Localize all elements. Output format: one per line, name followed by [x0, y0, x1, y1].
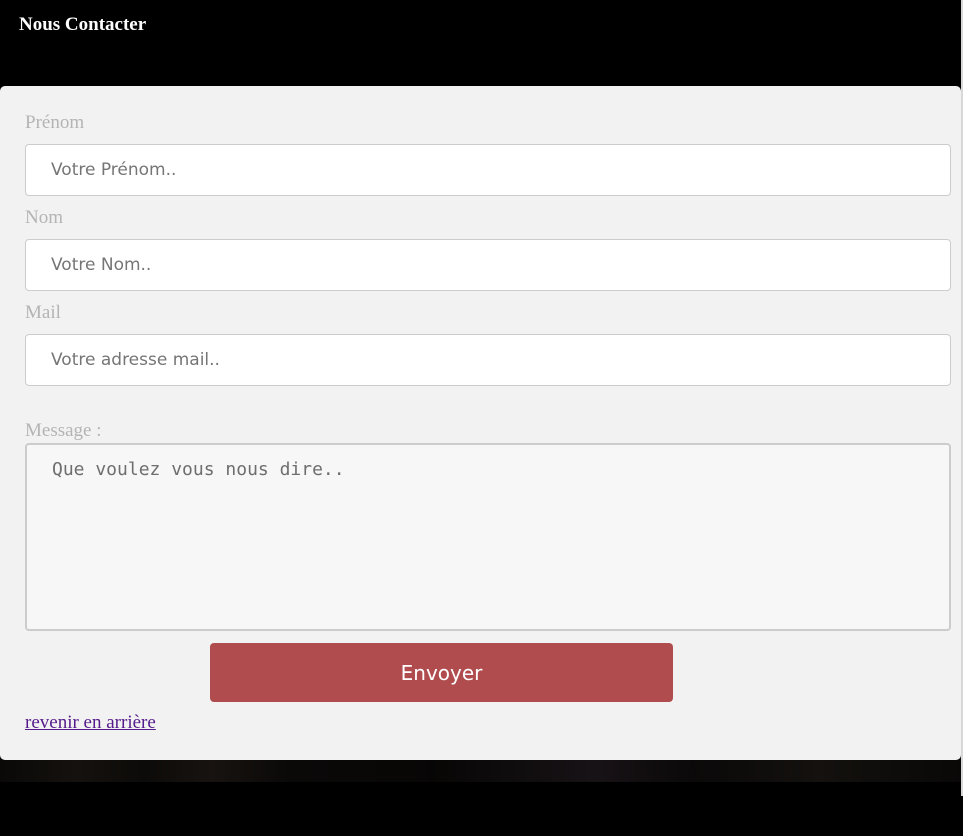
prenom-label: Prénom [25, 112, 85, 133]
back-link[interactable]: revenir en arrière [25, 712, 156, 734]
page: Nous Contacter Prénom Nom Mail Message :… [0, 0, 963, 836]
message-label: Message : [25, 420, 102, 441]
page-title: Nous Contacter [19, 14, 147, 35]
contact-form: Prénom Nom Mail Message : Envoyer reveni… [0, 86, 961, 760]
send-button[interactable]: Envoyer [210, 643, 673, 702]
mail-input[interactable] [25, 334, 951, 386]
nom-input[interactable] [25, 239, 951, 291]
message-textarea[interactable] [25, 443, 951, 631]
nom-label: Nom [25, 207, 63, 228]
prenom-input[interactable] [25, 144, 951, 196]
mail-label: Mail [25, 302, 61, 323]
